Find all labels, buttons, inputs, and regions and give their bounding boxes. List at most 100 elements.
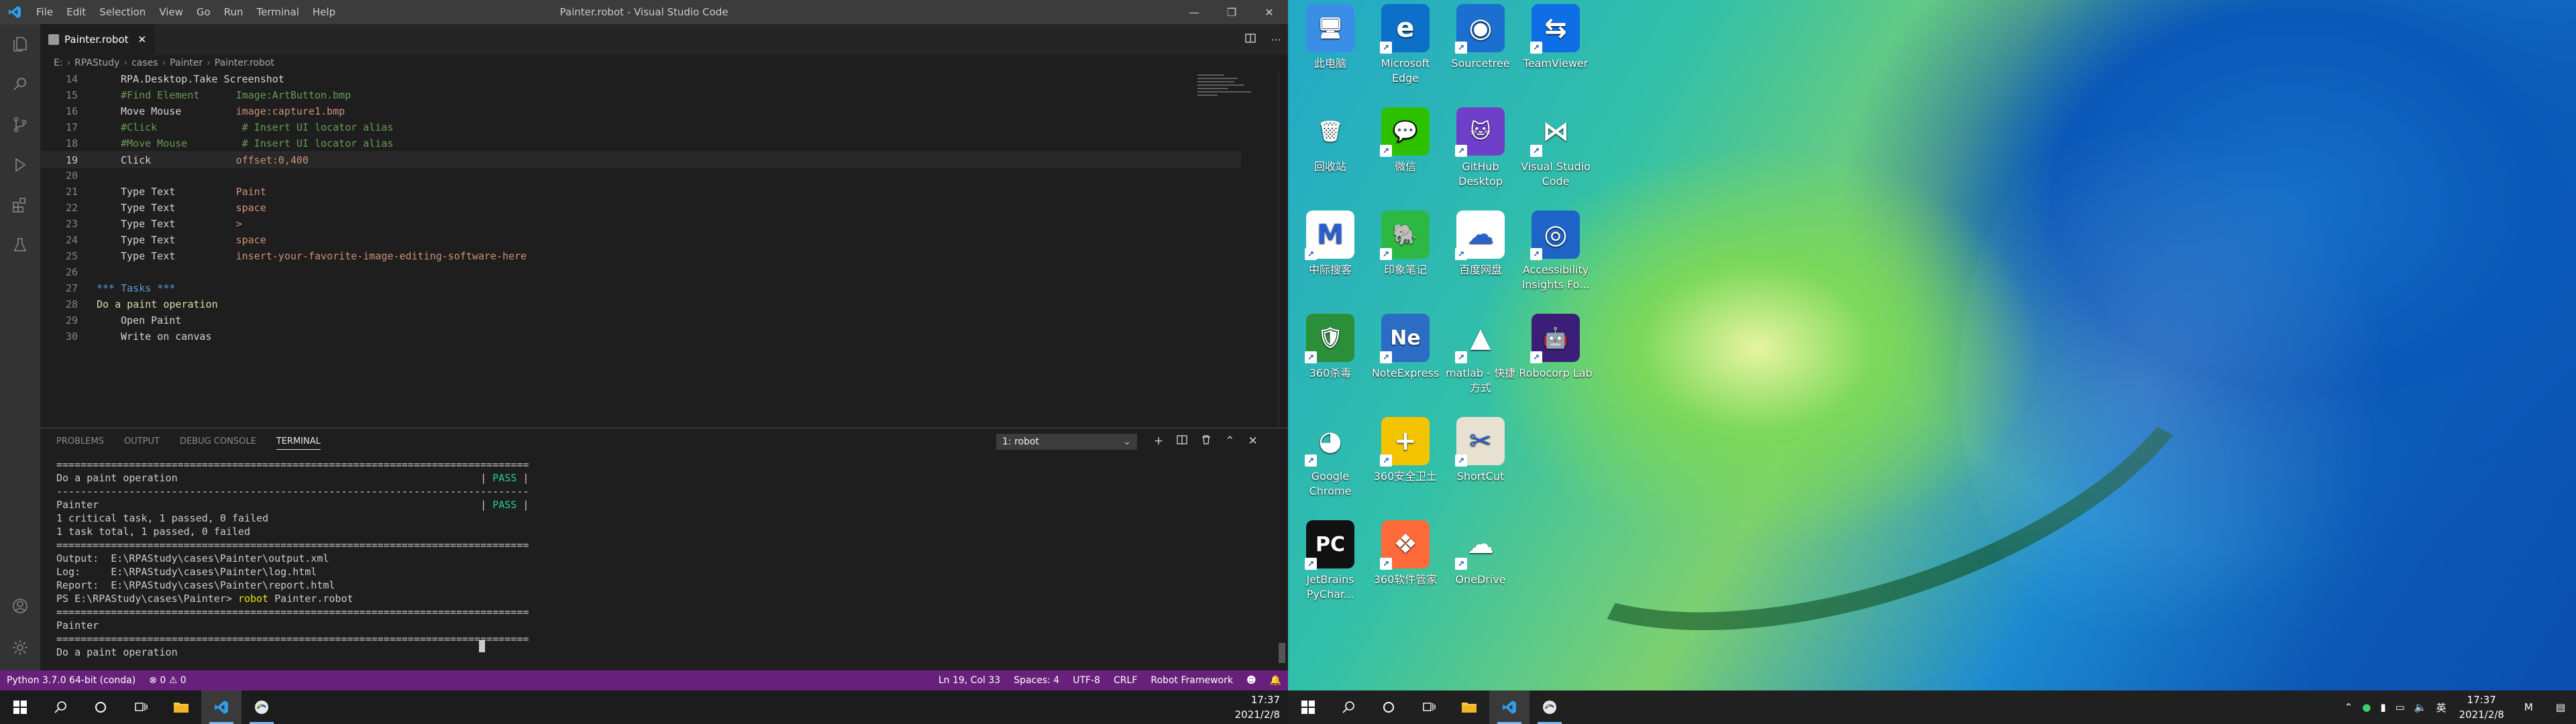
code-line[interactable]: 25 Type Text insert-your-favorite-image-e…: [40, 248, 1241, 264]
code-line[interactable]: 26: [40, 264, 1241, 280]
code-line[interactable]: 16 Move Mouse image:capture1.bmp: [40, 103, 1241, 119]
cortana-icon[interactable]: [80, 690, 121, 724]
desktop-icon[interactable]: ⋈ ↗ Visual Studio Code: [1519, 105, 1593, 205]
trash-icon[interactable]: [1201, 434, 1212, 448]
code-line[interactable]: 14 RPA.Desktop.Take Screenshot: [40, 71, 1241, 87]
extensions-icon[interactable]: [0, 185, 40, 225]
desktop-icon[interactable]: 🛡 ↗ 360杀毒: [1293, 311, 1367, 412]
show-hidden-icons-chevron-icon[interactable]: ⌃: [2340, 701, 2358, 713]
desktop-icon[interactable]: 🐱 ↗ GitHub Desktop: [1444, 105, 1517, 205]
code-line[interactable]: 27 *** Tasks ***: [40, 280, 1241, 296]
clock-right[interactable]: 17:37 2021/2/8: [2451, 692, 2512, 722]
desktop-icon[interactable]: + ↗ 360安全卫士: [1368, 414, 1442, 515]
vscode-taskbar-icon[interactable]: [1489, 690, 1529, 724]
cortana-icon[interactable]: [1368, 690, 1409, 724]
close-panel-icon[interactable]: ✕: [1248, 434, 1258, 448]
run-debug-icon[interactable]: [0, 145, 40, 185]
desktop-icon[interactable]: 🗑 回收站: [1293, 105, 1367, 205]
file-explorer-icon[interactable]: [161, 690, 201, 724]
volume-icon[interactable]: 🔈: [2410, 701, 2432, 713]
search-icon[interactable]: [1328, 690, 1368, 724]
menu-go[interactable]: Go: [190, 0, 217, 24]
code-line[interactable]: 28 Do a paint operation: [40, 296, 1241, 312]
desktop-icon[interactable]: ☁ ↗ 百度网盘: [1444, 208, 1517, 308]
desktop-icon[interactable]: ◕ ↗ Google Chrome: [1293, 414, 1367, 515]
task-view-icon[interactable]: [1409, 690, 1449, 724]
ime-indicator[interactable]: 英: [2431, 701, 2451, 715]
tab-debug-console[interactable]: DEBUG CONSOLE: [180, 436, 256, 446]
code-line[interactable]: 22 Type Text space: [40, 200, 1241, 216]
code-line[interactable]: 21 Type Text Paint: [40, 184, 1241, 200]
code-line[interactable]: 20: [40, 168, 1241, 184]
feedback-icon[interactable]: ☻: [1240, 675, 1263, 686]
network-icon[interactable]: ▭: [2391, 701, 2410, 713]
code-line[interactable]: 30 Write on canvas: [40, 328, 1241, 345]
testing-icon[interactable]: [0, 225, 40, 265]
encoding[interactable]: UTF-8: [1066, 675, 1107, 686]
maximize-panel-icon[interactable]: ⌃: [1225, 434, 1234, 448]
account-icon[interactable]: [0, 586, 40, 626]
python-idle-icon[interactable]: [1529, 690, 1570, 724]
desktop-icon[interactable]: M ↗ 中际搜客: [1293, 208, 1367, 308]
desktop-icon[interactable]: ◉ ↗ Sourcetree: [1444, 1, 1517, 102]
terminal-output[interactable]: ========================================…: [56, 458, 1257, 659]
code-editor[interactable]: 14 RPA.Desktop.Take Screenshot 15 #Find Ele…: [40, 71, 1288, 428]
indentation[interactable]: Spaces: 4: [1007, 675, 1066, 686]
code-line[interactable]: 15 #Find Element Image:ArtButton.bmp: [40, 87, 1241, 103]
terminal-scrollbar[interactable]: [1279, 643, 1285, 663]
tab-close-icon[interactable]: ✕: [138, 34, 147, 46]
desktop-icon[interactable]: ◎ ↗ Accessibility Insights Fo...: [1519, 208, 1593, 308]
code-line[interactable]: 19 Click offset:0,400: [40, 152, 1241, 168]
tab-terminal[interactable]: TERMINAL: [276, 436, 321, 450]
battery-icon[interactable]: ▮: [2375, 701, 2390, 713]
desktop-icon[interactable]: 🖥 此电脑: [1293, 1, 1367, 102]
desktop-icon[interactable]: PC ↗ JetBrains PyChar...: [1293, 518, 1367, 618]
source-control-icon[interactable]: [0, 105, 40, 145]
desktop-icon[interactable]: ❖ ↗ 360软件管家: [1368, 518, 1442, 618]
breadcrumb-item[interactable]: cases: [131, 58, 158, 68]
desktop-icon[interactable]: 🤖 ↗ Robocorp Lab: [1519, 311, 1593, 412]
language-mode[interactable]: Robot Framework: [1144, 675, 1240, 686]
code-line[interactable]: 17 #Click # Insert UI locator alias: [40, 119, 1241, 135]
explorer-icon[interactable]: [0, 24, 40, 64]
desktop-icon[interactable]: ☁ ↗ OneDrive: [1444, 518, 1517, 618]
close-icon[interactable]: ✕: [1250, 0, 1288, 24]
code-line[interactable]: 18 #Move Mouse # Insert UI locator alias: [40, 135, 1241, 152]
start-windows-icon[interactable]: [1288, 690, 1328, 724]
desktop-icon[interactable]: ▲ ↗ matlab - 快捷方式: [1444, 311, 1517, 412]
code-line[interactable]: 24 Type Text space: [40, 232, 1241, 248]
minimap[interactable]: [1197, 72, 1258, 113]
problems-indicator[interactable]: ⊗ 0 ⚠ 0: [142, 675, 193, 686]
split-terminal-icon[interactable]: [1177, 434, 1187, 448]
search-icon[interactable]: [0, 64, 40, 105]
meeting-now-icon[interactable]: M: [2512, 701, 2545, 713]
menu-terminal[interactable]: Terminal: [250, 0, 306, 24]
desktop-icon[interactable]: 🐘 ↗ 印象笔记: [1368, 208, 1442, 308]
tab-painter-robot[interactable]: Painter.robot ✕: [40, 24, 154, 55]
desktop-icon[interactable]: Ne ↗ NoteExpress: [1368, 311, 1442, 412]
start-windows-icon[interactable]: [0, 690, 40, 724]
cursor-position[interactable]: Ln 19, Col 33: [932, 675, 1007, 686]
action-center-icon[interactable]: ▤: [2545, 701, 2576, 713]
more-actions-icon[interactable]: ⋯: [1271, 34, 1281, 46]
breadcrumb-item[interactable]: RPAStudy: [74, 58, 119, 68]
python-idle-icon[interactable]: [241, 690, 282, 724]
task-view-icon[interactable]: [121, 690, 161, 724]
menu-edit[interactable]: Edit: [60, 0, 93, 24]
clock-left[interactable]: 17:37 2021/2/8: [1235, 692, 1280, 722]
code-line[interactable]: 23 Type Text >: [40, 216, 1241, 232]
desktop-icon[interactable]: e ↗ Microsoft Edge: [1368, 1, 1442, 102]
line-ending[interactable]: CRLF: [1107, 675, 1144, 686]
menu-selection[interactable]: Selection: [93, 0, 152, 24]
breadcrumb-item[interactable]: Painter: [170, 58, 203, 68]
code-line[interactable]: 29 Open Paint: [40, 312, 1241, 328]
desktop-icon[interactable]: ⇆ ↗ TeamViewer: [1519, 1, 1593, 102]
menu-run[interactable]: Run: [217, 0, 250, 24]
minimize-icon[interactable]: —: [1175, 0, 1213, 24]
menu-view[interactable]: View: [152, 0, 190, 24]
new-terminal-plus-icon[interactable]: +: [1154, 434, 1163, 448]
vscode-taskbar-icon[interactable]: [201, 690, 241, 724]
menu-file[interactable]: File: [30, 0, 60, 24]
settings-gear-icon[interactable]: [0, 627, 40, 668]
file-explorer-icon[interactable]: [1449, 690, 1489, 724]
